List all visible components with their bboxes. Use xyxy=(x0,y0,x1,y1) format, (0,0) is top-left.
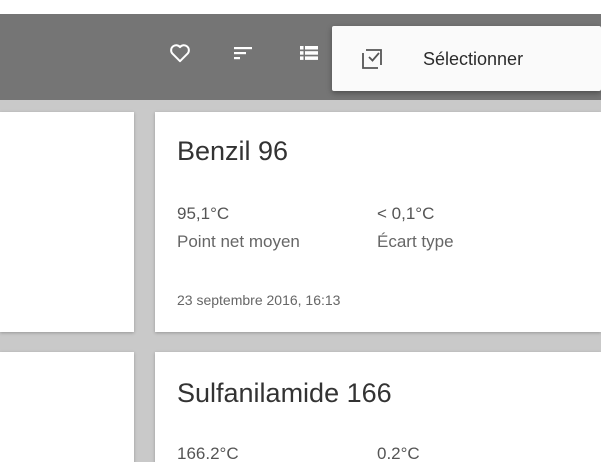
card-left-partial-2[interactable] xyxy=(0,352,134,462)
heart-outline-icon[interactable] xyxy=(168,41,192,65)
menu-item-label: Sélectionner xyxy=(423,49,524,69)
measurement-card[interactable]: Benzil 96 95,1°C < 0,1°C Point net moyen… xyxy=(155,112,601,332)
card-title: Sulfanilamide 166 xyxy=(177,378,392,408)
mean-label: Point net moyen xyxy=(177,232,300,251)
sort-icon[interactable] xyxy=(232,41,256,65)
measurement-card[interactable]: Sulfanilamide 166 166.2°C 0.2°C xyxy=(155,352,601,462)
mean-value: 95,1°C xyxy=(177,204,230,223)
std-label: Écart type xyxy=(377,232,454,251)
status-bar-edge xyxy=(0,0,601,14)
measurement-date: 23 septembre 2016, 16:13 xyxy=(177,292,341,308)
std-value: 0.2°C xyxy=(377,444,420,462)
select-checkbox-icon xyxy=(360,47,384,71)
mean-value: 166.2°C xyxy=(177,444,239,462)
app-screen: Sélectionner Benzil 96 95,1°C < 0,1°C Po… xyxy=(0,0,601,462)
card-left-partial[interactable] xyxy=(0,112,134,332)
menu-item-select[interactable]: Sélectionner xyxy=(332,26,601,91)
overflow-menu: Sélectionner xyxy=(332,26,601,91)
std-value: < 0,1°C xyxy=(377,204,435,223)
list-view-icon[interactable] xyxy=(297,41,321,65)
card-title: Benzil 96 xyxy=(177,136,289,166)
